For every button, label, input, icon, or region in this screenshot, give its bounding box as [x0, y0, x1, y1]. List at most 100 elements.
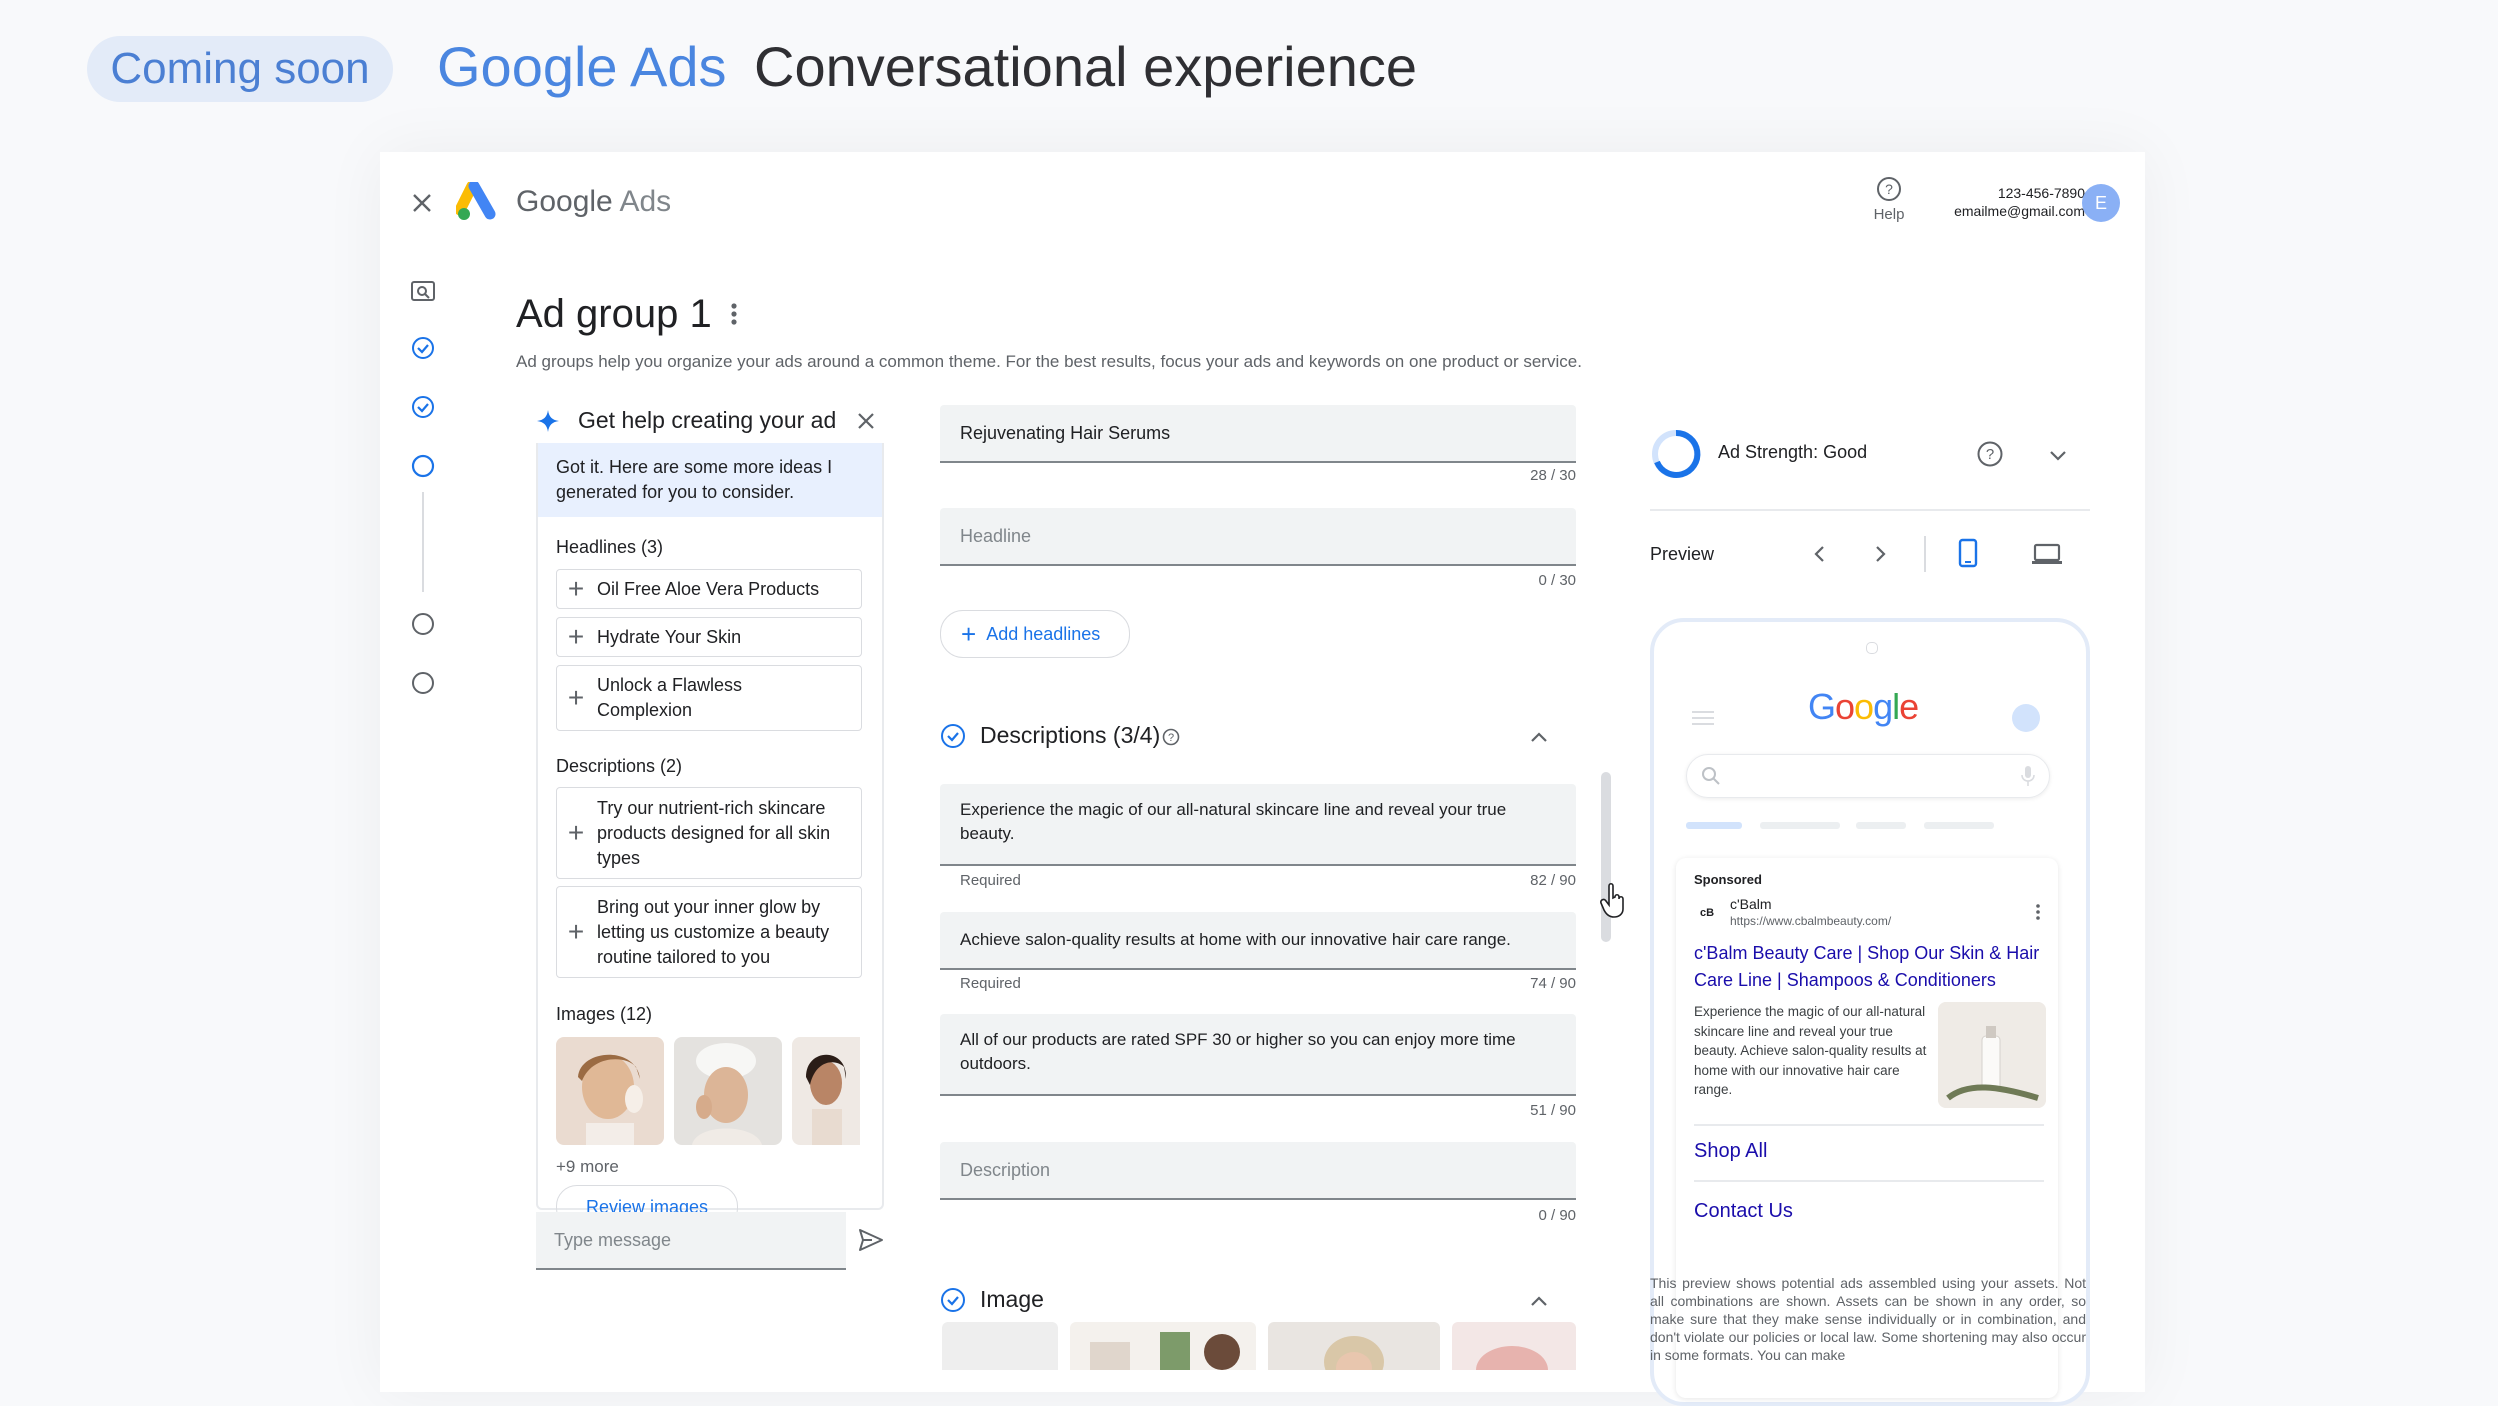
description-field[interactable]: Experience the magic of our all-natural …	[940, 784, 1576, 866]
description-counter: 82 / 90	[1530, 872, 1576, 889]
required-note: Required	[960, 872, 1021, 889]
more-options-icon	[2034, 902, 2042, 922]
descriptions-section-header[interactable]: Descriptions (3/4) ?	[940, 718, 1580, 754]
check-circle-icon	[940, 723, 966, 749]
suggested-headline[interactable]: + Hydrate Your Skin	[556, 617, 862, 657]
divider	[1924, 536, 1926, 572]
suggested-headline[interactable]: + Unlock a Flawless Complexion	[556, 665, 862, 731]
headline-counter: 28 / 30	[1530, 467, 1576, 484]
descriptions-heading: Descriptions (2)	[556, 756, 683, 776]
assistant-body: Got it. Here are some more ideas I gener…	[536, 443, 884, 1229]
description-field[interactable]: All of our products are rated SPF 30 or …	[940, 1014, 1576, 1096]
advertiser-logo-icon: cB	[1699, 907, 1715, 919]
chevron-down-icon[interactable]	[2046, 444, 2070, 468]
help-circle-icon[interactable]: ?	[1976, 440, 2004, 468]
headline-field[interactable]: Rejuvenating Hair Serums	[940, 405, 1576, 463]
plus-icon: +	[567, 817, 585, 848]
preview-disclaimer: This preview shows potential ads assembl…	[1650, 1275, 2086, 1363]
sitelink: Shop All	[1694, 1140, 1768, 1162]
app-name-sub: Ads	[619, 185, 672, 218]
results-tab	[1760, 822, 1840, 829]
more-options-icon[interactable]	[724, 296, 744, 332]
required-note: Required	[960, 975, 1021, 992]
search-campaign-icon[interactable]	[410, 278, 436, 304]
step-pending-icon[interactable]	[411, 671, 435, 695]
ad-headline-link: c'Balm Beauty Care | Shop Our Skin & Hai…	[1694, 943, 2040, 990]
preview-label: Preview	[1650, 544, 1715, 564]
info-icon[interactable]: ?	[1162, 728, 1180, 746]
google-ads-logo-icon	[454, 180, 500, 222]
send-icon[interactable]	[858, 1227, 884, 1253]
suggested-image[interactable]	[674, 1037, 782, 1145]
suggested-description[interactable]: + Bring out your inner glow by letting u…	[556, 886, 862, 978]
chevron-up-icon[interactable]	[1528, 726, 1550, 748]
close-icon[interactable]	[407, 188, 437, 218]
image-thumbnail[interactable]	[1070, 1322, 1256, 1370]
search-icon	[1701, 766, 1721, 786]
divider	[1650, 509, 2090, 511]
suggested-headline-text: Oil Free Aloe Vera Products	[597, 578, 820, 599]
image-thumbnail[interactable]	[1268, 1322, 1440, 1370]
descriptions-section-title: Descriptions (3/4)	[980, 722, 1161, 748]
description-field-value: Experience the magic of our all-natural …	[960, 800, 1507, 843]
suggested-headline[interactable]: + Oil Free Aloe Vera Products	[556, 569, 862, 609]
check-circle-icon	[940, 1287, 966, 1313]
page-title: Ad group 1	[516, 292, 712, 336]
step-current-icon[interactable]	[411, 454, 435, 478]
plus-icon: +	[567, 573, 585, 604]
app-name: Google Ads	[516, 184, 671, 220]
description-field[interactable]: Achieve salon-quality results at home wi…	[940, 912, 1576, 970]
product-name: Google Ads	[437, 35, 727, 98]
results-tab	[1686, 822, 1742, 829]
headline-field-value: Rejuvenating Hair Serums	[960, 423, 1171, 443]
step-complete-icon[interactable]	[411, 395, 435, 419]
step-complete-icon[interactable]	[411, 336, 435, 360]
step-pending-icon[interactable]	[411, 612, 435, 636]
add-headlines-button[interactable]: + Add headlines	[940, 610, 1130, 658]
svg-text:?: ?	[1168, 732, 1174, 744]
account-info[interactable]: 123-456-7890 emailme@gmail.com	[1915, 184, 2085, 220]
suggested-description[interactable]: + Try our nutrient-rich skincare product…	[556, 787, 862, 879]
plus-icon: +	[567, 682, 585, 713]
svg-text:?: ?	[1885, 181, 1893, 197]
chevron-right-icon[interactable]	[1868, 542, 1892, 566]
avatar	[2012, 704, 2040, 732]
ad-strength-ring-icon	[1650, 428, 1702, 480]
image-section-header[interactable]: Image	[940, 1282, 1580, 1318]
hand-cursor-icon	[1600, 882, 1628, 918]
image-thumbnail[interactable]	[1452, 1322, 1576, 1370]
message-input-placeholder: Type message	[554, 1230, 672, 1250]
help-button[interactable]: ? Help	[1854, 176, 1924, 226]
sparkle-icon	[536, 409, 560, 433]
ad-image	[1938, 1002, 2046, 1108]
suggested-image[interactable]	[556, 1037, 664, 1145]
assistant-message: Got it. Here are some more ideas I gener…	[538, 443, 882, 517]
headline-input[interactable]: Headline	[940, 508, 1576, 566]
suggested-headline-text: Hydrate Your Skin	[597, 626, 742, 647]
search-bar	[1686, 754, 2050, 798]
avatar[interactable]: E	[2082, 184, 2120, 222]
chevron-up-icon[interactable]	[1528, 1290, 1550, 1312]
suggested-image[interactable]	[792, 1037, 860, 1145]
message-input[interactable]: Type message	[536, 1212, 846, 1270]
chevron-left-icon[interactable]	[1808, 542, 1832, 566]
menu-icon	[1692, 710, 1714, 726]
suggested-description-text: Try our nutrient-rich skincare products …	[597, 797, 831, 868]
desktop-device-icon[interactable]	[2032, 542, 2062, 566]
results-tab	[1924, 822, 1994, 829]
account-phone: 123-456-7890	[1997, 185, 2085, 201]
description-input-placeholder: Description	[960, 1160, 1051, 1180]
description-counter: 74 / 90	[1530, 975, 1576, 992]
mobile-device-icon[interactable]	[1956, 538, 1980, 568]
divider	[1694, 1180, 2044, 1182]
phone-camera	[1866, 642, 1878, 654]
plus-icon: +	[567, 916, 585, 947]
image-thumbnail[interactable]	[942, 1322, 1058, 1370]
close-assistant-icon[interactable]	[856, 411, 876, 431]
suggested-description-text: Bring out your inner glow by letting us …	[597, 896, 830, 967]
advertiser-name: c'Balm	[1730, 896, 1772, 912]
suggested-headline-text: Unlock a Flawless Complexion	[597, 675, 743, 720]
sitelink: Contact Us	[1694, 1200, 1793, 1222]
assistant-title: Get help creating your ad	[578, 407, 837, 433]
description-input[interactable]: Description	[940, 1142, 1576, 1200]
